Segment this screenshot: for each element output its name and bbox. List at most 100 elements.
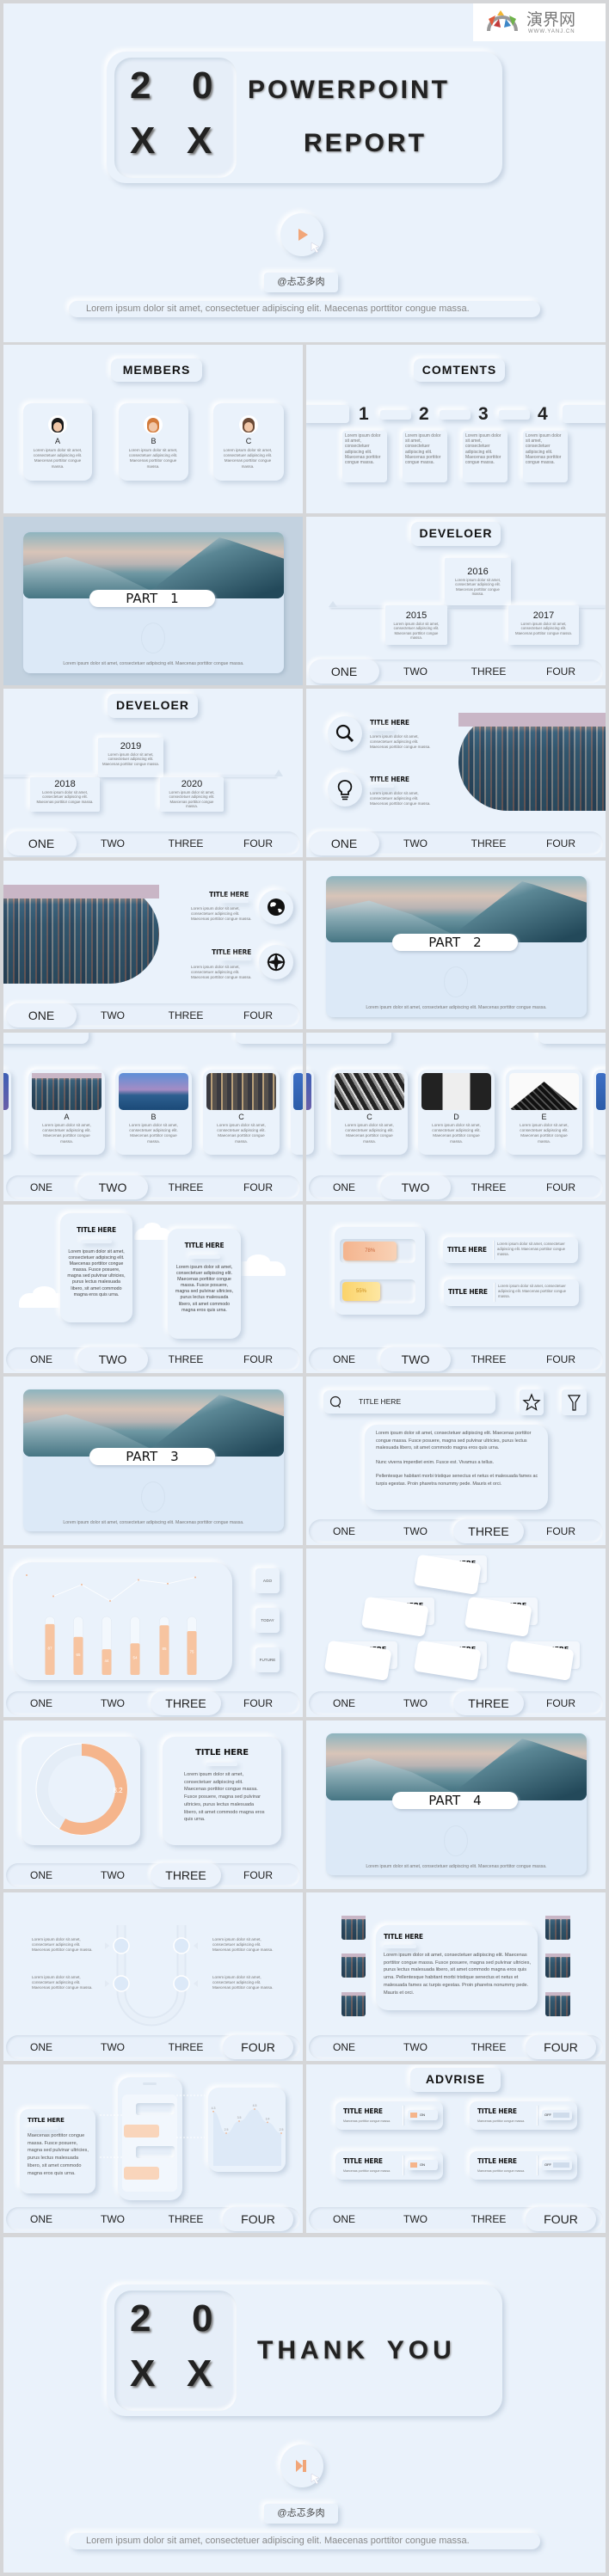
nav-tab-one[interactable]: ONE bbox=[309, 1347, 379, 1371]
nav-tab-one[interactable]: ONE bbox=[309, 659, 379, 684]
toggle-switch[interactable]: ON bbox=[408, 2110, 438, 2120]
nav-tab-two[interactable]: TWO bbox=[380, 831, 451, 856]
nav-tab-three[interactable]: THREE bbox=[151, 2207, 221, 2231]
nav-tab-three[interactable]: THREE bbox=[453, 1691, 524, 1715]
nav-tab-four[interactable]: FOUR bbox=[526, 831, 596, 856]
bar-value-label: 44 bbox=[104, 1659, 109, 1663]
nav-tab-two[interactable]: TWO bbox=[380, 1175, 451, 1199]
info-card: TITLE HERE Lorem ipsum dolor sit amet, c… bbox=[60, 1213, 132, 1322]
nav-tab-three[interactable]: THREE bbox=[151, 1347, 221, 1371]
nav-tab-one[interactable]: ONE bbox=[6, 1347, 77, 1371]
card-text: Lorem ipsum dolor sit amet, consectetuer… bbox=[129, 1123, 178, 1144]
search-bar[interactable]: TITLE HERE bbox=[323, 1390, 495, 1414]
nav-tab-four[interactable]: FOUR bbox=[223, 1863, 293, 1887]
nav-tab-two[interactable]: TWO bbox=[77, 1175, 148, 1199]
nav-tab-four[interactable]: FOUR bbox=[526, 1691, 596, 1715]
nav-tab-four[interactable]: FOUR bbox=[223, 2035, 293, 2059]
card-text: Lorem ipsum dolor sit amet, consectetuer… bbox=[175, 1265, 234, 1313]
nav-tab-two[interactable]: TWO bbox=[380, 2207, 451, 2231]
trend-point bbox=[167, 1582, 169, 1585]
nav-tab-two[interactable]: TWO bbox=[77, 1691, 148, 1715]
nav-tab-one[interactable]: ONE bbox=[309, 1519, 379, 1543]
mountain-image bbox=[23, 1389, 284, 1457]
area-value-label: 2.5 bbox=[280, 2128, 284, 2131]
developer-slide-1: DEVELOER 2016 Lorem ipsum dolor sit amet… bbox=[306, 517, 606, 685]
nav-tab-two[interactable]: TWO bbox=[77, 1863, 148, 1887]
nav-tab-three[interactable]: THREE bbox=[453, 1175, 524, 1199]
decor-circle bbox=[141, 623, 165, 653]
year-card: 2018 Lorem ipsum dolor sit amet, consect… bbox=[30, 777, 100, 812]
nav-tab-four[interactable]: FOUR bbox=[526, 659, 596, 684]
nav-tab-four[interactable]: FOUR bbox=[223, 1691, 293, 1715]
nav-tab-three[interactable]: THREE bbox=[151, 1175, 221, 1199]
year-card: 2020 Lorem ipsum dolor sit amet, consect… bbox=[160, 777, 224, 812]
nav-tab-four[interactable]: FOUR bbox=[223, 1003, 293, 1027]
author-tag: @忐忑多肉 bbox=[264, 273, 338, 292]
nav-tab-one[interactable]: ONE bbox=[309, 2035, 379, 2059]
search-icon bbox=[335, 724, 354, 743]
nav-tab-two[interactable]: TWO bbox=[77, 2207, 148, 2231]
nav-tab-two[interactable]: TWO bbox=[380, 1519, 451, 1543]
nav-tab-two[interactable]: TWO bbox=[380, 1347, 451, 1371]
year-char: 2 bbox=[130, 64, 151, 107]
nav-tab-three[interactable]: THREE bbox=[453, 1347, 524, 1371]
nav-tab-three[interactable]: THREE bbox=[453, 2035, 524, 2059]
nav-tab-four[interactable]: FOUR bbox=[223, 1175, 293, 1199]
nav-tab-three[interactable]: THREE bbox=[453, 1519, 524, 1543]
nav-tab-one[interactable]: ONE bbox=[309, 1691, 379, 1715]
nav-tab-four[interactable]: FOUR bbox=[526, 1347, 596, 1371]
nav-tab-two[interactable]: TWO bbox=[77, 1347, 148, 1371]
nav-tab-three[interactable]: THREE bbox=[151, 831, 221, 856]
legend-button-ago[interactable]: AGO bbox=[255, 1568, 280, 1593]
nav-tab-four[interactable]: FOUR bbox=[223, 1347, 293, 1371]
filter-button[interactable] bbox=[562, 1389, 587, 1415]
toggle-switch[interactable]: ON bbox=[408, 2160, 438, 2170]
nav-tab-two[interactable]: TWO bbox=[77, 831, 148, 856]
photo bbox=[119, 1073, 188, 1110]
nav-tab-three[interactable]: THREE bbox=[151, 1863, 221, 1887]
nav-tab-two[interactable]: TWO bbox=[380, 1691, 451, 1715]
favorite-button[interactable] bbox=[520, 1389, 544, 1415]
nav-tab-two[interactable]: TWO bbox=[77, 1003, 148, 1027]
text-card: Lorem ipsum dolor sit amet, consectetuer… bbox=[365, 1425, 548, 1510]
nav-tab-one[interactable]: ONE bbox=[6, 1691, 77, 1715]
nav-tab-one[interactable]: ONE bbox=[6, 2035, 77, 2059]
nav-tab-three[interactable]: THREE bbox=[453, 659, 524, 684]
toggle-switch[interactable]: OFF bbox=[542, 2110, 572, 2120]
nav-tab-two[interactable]: TWO bbox=[380, 659, 451, 684]
year-box: 2 0 X X bbox=[114, 2291, 237, 2411]
nav-tab-three[interactable]: THREE bbox=[151, 1003, 221, 1027]
nav-tab-three[interactable]: THREE bbox=[453, 2207, 524, 2231]
nav-tab-two[interactable]: TWO bbox=[380, 2035, 451, 2059]
folded-card: TITLE HERE bbox=[413, 1554, 489, 1595]
nav-tab-four[interactable]: FOUR bbox=[526, 2207, 596, 2231]
nav-tab-one[interactable]: ONE bbox=[309, 2207, 379, 2231]
step-text: Lorem ipsum dolor sit amet, consectetuer… bbox=[32, 1975, 93, 1990]
box-text: Lorem ipsum dolor sit amet, consectetuer… bbox=[497, 1242, 566, 1256]
legend-button-future[interactable]: FUTURE bbox=[255, 1647, 280, 1672]
nav-tab-four[interactable]: FOUR bbox=[223, 2207, 293, 2231]
card-label: B bbox=[151, 1113, 157, 1121]
feature-title: TITLE HERE bbox=[370, 719, 409, 727]
nav-tab-four[interactable]: FOUR bbox=[526, 1519, 596, 1543]
toggle-switch[interactable]: OFF bbox=[542, 2160, 572, 2170]
play-button[interactable] bbox=[280, 213, 323, 256]
end-button[interactable] bbox=[280, 2444, 323, 2487]
nav-tab-one[interactable]: ONE bbox=[6, 1175, 77, 1199]
nav-tab-four[interactable]: FOUR bbox=[223, 831, 293, 856]
nav-tab-three[interactable]: THREE bbox=[151, 2035, 221, 2059]
nav-tab-one[interactable]: ONE bbox=[309, 1175, 379, 1199]
legend-button-today[interactable]: TODAY bbox=[255, 1608, 280, 1633]
nav-tab-four[interactable]: FOUR bbox=[526, 1175, 596, 1199]
nav-tab-one[interactable]: ONE bbox=[6, 1003, 77, 1027]
nav-tab-three[interactable]: THREE bbox=[151, 1691, 221, 1715]
nav-tab-two[interactable]: TWO bbox=[77, 2035, 148, 2059]
nav-tab-three[interactable]: THREE bbox=[453, 831, 524, 856]
nav-tab-one[interactable]: ONE bbox=[6, 1863, 77, 1887]
nav-tab-four[interactable]: FOUR bbox=[526, 2035, 596, 2059]
nav-tab-one[interactable]: ONE bbox=[6, 2207, 77, 2231]
nav-tab-one[interactable]: ONE bbox=[6, 831, 77, 856]
nav-tab-one[interactable]: ONE bbox=[309, 831, 379, 856]
card-text: Lorem ipsum dolor sit amet, consectetuer… bbox=[184, 1772, 265, 1823]
gallery-card-partial bbox=[594, 1070, 606, 1155]
